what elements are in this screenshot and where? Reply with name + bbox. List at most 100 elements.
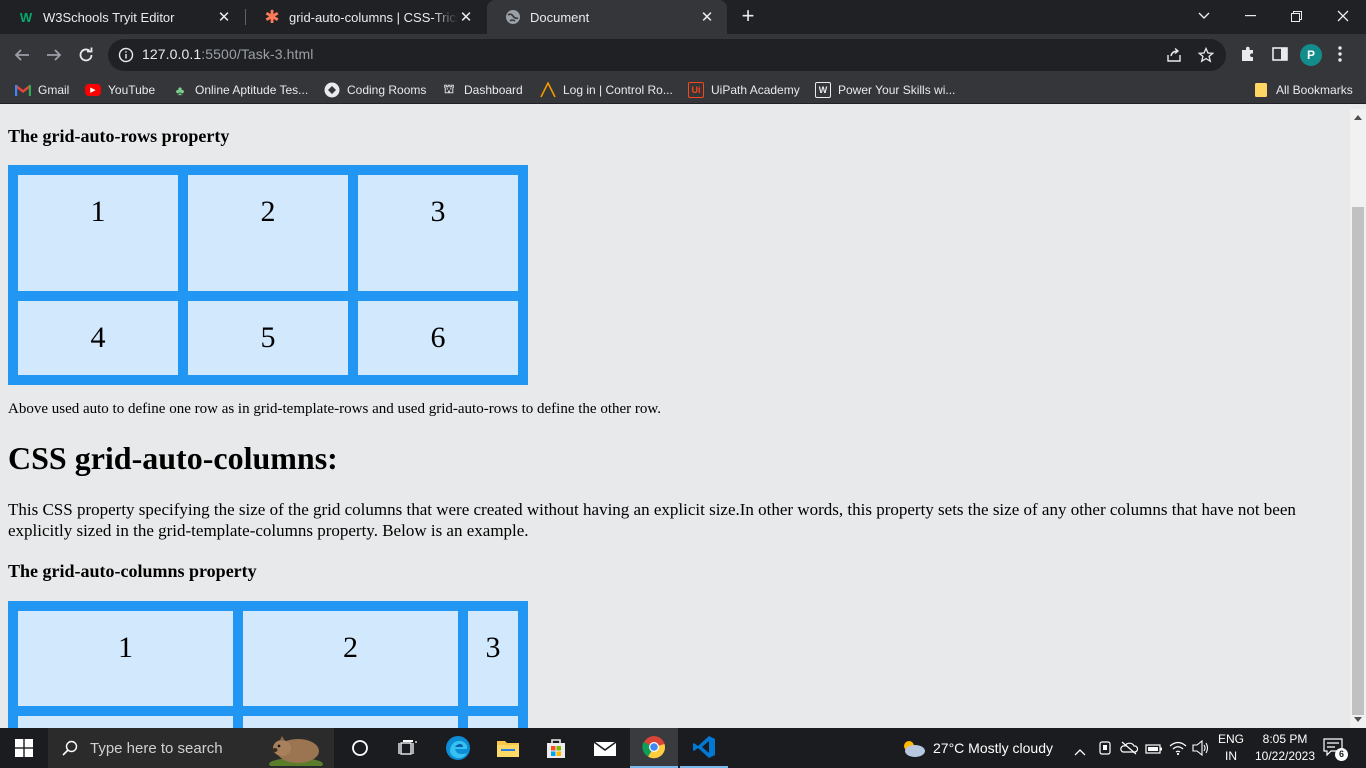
clock[interactable]: 8:05 PM 10/22/2023: [1250, 731, 1320, 765]
reload-button[interactable]: [74, 43, 98, 67]
grid-item: [18, 716, 233, 728]
grid-item: 1: [18, 175, 178, 291]
site-info-icon[interactable]: [118, 47, 134, 68]
wombat-search-highlight-icon: [268, 732, 324, 768]
show-hidden-icons-chevron-icon[interactable]: [1074, 743, 1086, 761]
grid-item-label: 1: [90, 195, 106, 228]
bookmark-aptitude[interactable]: ♣ Online Aptitude Tes...: [172, 81, 308, 99]
grid-item-label: 5: [260, 321, 276, 354]
bookmark-youtube[interactable]: ▶ YouTube: [85, 81, 155, 99]
taskbar-store[interactable]: [532, 728, 580, 768]
taskbar-edge[interactable]: [434, 728, 482, 768]
meet-now-icon[interactable]: [1098, 740, 1112, 761]
cortana-button[interactable]: [336, 728, 384, 768]
address-bar[interactable]: 127.0.0.1:5500/Task-3.html: [108, 39, 1226, 71]
edge-icon: [446, 736, 470, 760]
bookmark-label: Online Aptitude Tes...: [195, 83, 309, 97]
close-tab-icon[interactable]: ✕: [458, 8, 474, 26]
grid-item-label: 2: [343, 631, 358, 664]
notification-center-icon[interactable]: 6: [1323, 738, 1348, 761]
grid-auto-rows-container: 1 2 3 4 5 6: [8, 165, 528, 385]
bookmark-gmail[interactable]: Gmail: [15, 81, 69, 99]
bookmark-label: UiPath Academy: [711, 83, 800, 97]
profile-avatar[interactable]: P: [1300, 44, 1322, 66]
minimize-button[interactable]: [1227, 0, 1273, 32]
weather-text[interactable]: 27°C Mostly cloudy: [933, 740, 1053, 757]
new-tab-button[interactable]: +: [737, 5, 759, 27]
youtube-icon: ▶: [85, 84, 101, 96]
grid-item: 6: [358, 301, 518, 375]
windows-taskbar: Type here to search 27°C Mostly cloudy E…: [0, 728, 1366, 768]
bookmark-dashboard[interactable]: ⛫ Dashboard: [441, 81, 522, 99]
grid-item-label: 6: [430, 321, 446, 354]
search-icon: [62, 740, 78, 756]
restore-button[interactable]: [1273, 0, 1319, 32]
forward-button[interactable]: [42, 43, 66, 67]
clock-time: 8:05 PM: [1262, 732, 1308, 746]
w3schools-logo-icon: W: [19, 9, 33, 25]
bookmark-uipath[interactable]: Ui UiPath Academy: [688, 81, 800, 99]
close-tab-icon[interactable]: ✕: [216, 8, 232, 26]
uipath-icon: Ui: [688, 82, 704, 98]
tab-title: W3Schools Tryit Editor: [43, 9, 175, 25]
taskbar-file-explorer[interactable]: [484, 728, 532, 768]
grid-auto-columns-subheading: The grid-auto-columns property: [8, 561, 257, 581]
control-room-icon: [540, 82, 556, 98]
taskbar-search-box[interactable]: Type here to search: [48, 728, 334, 768]
scroll-down-arrow-icon[interactable]: [1354, 717, 1362, 722]
close-window-button[interactable]: [1320, 0, 1366, 32]
battery-icon[interactable]: [1145, 742, 1163, 760]
forward-arrow-icon: [47, 49, 62, 61]
grid-item-label: 4: [90, 321, 106, 354]
bookmark-control-room[interactable]: Log in | Control Ro...: [540, 81, 673, 99]
all-bookmarks-folder[interactable]: All Bookmarks: [1253, 81, 1353, 99]
wifi-icon[interactable]: [1169, 740, 1187, 761]
back-arrow-icon: [14, 49, 29, 61]
tab-title: grid-auto-columns | CSS-Tricks - CSS-Tri…: [289, 9, 458, 25]
share-icon[interactable]: [1166, 47, 1182, 68]
reload-icon: [79, 47, 93, 62]
browser-toolbar: 127.0.0.1:5500/Task-3.html P: [0, 34, 1366, 76]
grid-item: [468, 716, 518, 728]
page-scrollbar[interactable]: [1350, 109, 1366, 728]
store-bag-icon: [547, 739, 565, 758]
aptitude-icon: ♣: [175, 82, 185, 98]
grid-item: [243, 716, 458, 728]
taskbar-chrome[interactable]: [630, 728, 678, 768]
task-view-button[interactable]: [384, 728, 432, 768]
url-host: 127.0.0.1: [142, 46, 202, 62]
bookmark-label: Log in | Control Ro...: [563, 83, 673, 97]
grid-item-label: 1: [118, 631, 133, 664]
scrollbar-thumb[interactable]: [1352, 207, 1364, 715]
back-button[interactable]: [10, 43, 34, 67]
volume-icon[interactable]: [1192, 739, 1210, 761]
weather-cloud-icon[interactable]: [900, 738, 926, 763]
tab-document[interactable]: Document ✕: [487, 0, 727, 34]
bookmark-star-icon[interactable]: [1197, 46, 1215, 68]
close-tab-icon[interactable]: ✕: [699, 8, 715, 26]
language-indicator[interactable]: ENG IN: [1214, 731, 1248, 765]
bookmark-power-skills[interactable]: W Power Your Skills wi...: [815, 81, 955, 99]
url-text: 127.0.0.1:5500/Task-3.html: [142, 46, 314, 62]
taskbar-vscode[interactable]: [680, 728, 728, 768]
tab-w3schools[interactable]: W W3Schools Tryit Editor ✕: [0, 0, 244, 34]
vscode-icon: [693, 736, 715, 758]
grid-item: 2: [188, 175, 348, 291]
extensions-puzzle-icon[interactable]: [1239, 45, 1257, 68]
onedrive-offline-icon[interactable]: [1120, 741, 1139, 760]
power-skills-icon: W: [815, 82, 831, 98]
grid-auto-columns-container: 1 2 3: [8, 601, 528, 728]
tab-search-button[interactable]: [1181, 0, 1227, 32]
start-button[interactable]: [0, 728, 48, 768]
bookmark-label: Coding Rooms: [347, 83, 427, 97]
side-panel-icon[interactable]: [1271, 45, 1289, 68]
cortana-circle-icon: [352, 740, 368, 756]
scroll-up-arrow-icon[interactable]: [1354, 115, 1362, 120]
grid-auto-rows-note: Above used auto to define one row as in …: [8, 401, 662, 417]
grid-item-label: 2: [260, 195, 276, 228]
chrome-menu-icon[interactable]: [1337, 45, 1343, 68]
clock-date: 10/22/2023: [1254, 749, 1316, 763]
tab-css-tricks[interactable]: ✱ grid-auto-columns | CSS-Tricks - CSS-T…: [246, 0, 486, 34]
taskbar-mail[interactable]: [581, 728, 629, 768]
bookmark-coding-rooms[interactable]: Coding Rooms: [324, 81, 426, 99]
